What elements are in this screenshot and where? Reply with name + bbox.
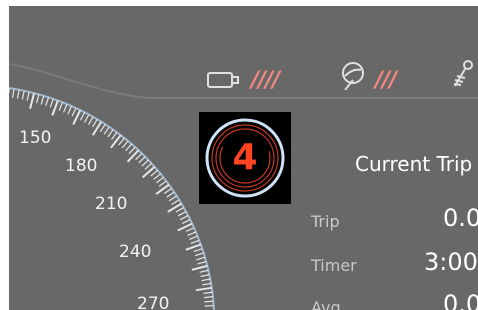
instrument-cluster-screen: //// /// 150 180 210 240 270 4 Current T…	[9, 6, 478, 310]
dial-tick	[201, 278, 211, 282]
speed-label-240: 240	[119, 242, 152, 262]
speed-label-210: 210	[95, 194, 128, 214]
dial-tick	[26, 91, 30, 101]
dial-tick	[126, 149, 140, 163]
dial-tick	[175, 207, 185, 213]
dial-tick	[150, 169, 159, 177]
dial-tick	[179, 215, 189, 221]
dial-tick	[163, 187, 173, 194]
dial-tick	[49, 98, 54, 108]
dial-tick	[144, 162, 152, 170]
dial-tick	[62, 103, 68, 113]
dial-tick	[141, 166, 156, 179]
timer-label: Timer	[311, 256, 357, 275]
dial-tick	[185, 227, 195, 232]
speed-label-180: 180	[65, 156, 98, 176]
dial-tick	[204, 304, 214, 307]
dial-tick	[191, 264, 208, 271]
dial-tick	[185, 243, 202, 251]
dial-tick	[190, 239, 200, 245]
dial-tick	[153, 173, 161, 180]
dial-tick	[58, 102, 64, 111]
timer-value: 3:00	[424, 248, 478, 276]
dial-tick	[197, 260, 207, 265]
dial-tick	[200, 274, 210, 278]
dial-tick	[103, 126, 110, 135]
dial-tick	[194, 252, 204, 257]
separator-curve	[9, 63, 478, 99]
dial-tick	[135, 152, 143, 161]
dial-tick	[125, 143, 133, 152]
wiper-icon	[339, 62, 373, 94]
speed-label-270: 270	[137, 294, 170, 310]
dial-tick	[155, 183, 170, 195]
dial-tick	[111, 131, 118, 140]
gear-indicator: 4	[199, 112, 291, 204]
dial-tick	[110, 134, 122, 149]
dial-tick	[128, 146, 136, 155]
dial-tick	[196, 256, 206, 261]
dial-tick	[171, 199, 180, 206]
trip-label: Trip	[311, 212, 340, 231]
dial-tick	[21, 90, 25, 100]
dial-tick	[177, 211, 187, 217]
dial-tick	[203, 296, 214, 299]
trip-value: 0.0	[443, 204, 478, 232]
dial-tick	[158, 180, 167, 187]
dial-tick	[202, 282, 212, 286]
dial-tick	[99, 123, 106, 133]
dial-tick	[118, 137, 125, 146]
dial-tick	[156, 176, 164, 184]
dial-tick	[181, 219, 191, 225]
avg-value: 0.0	[443, 290, 478, 310]
dial-tick	[71, 107, 77, 117]
dial-tick	[88, 116, 94, 125]
warning-indicator-1: ////	[251, 68, 280, 93]
dial-tick	[35, 94, 40, 104]
dial-tick	[203, 291, 213, 294]
dial-tick	[51, 100, 59, 116]
dial-tick	[45, 97, 50, 107]
gear-value: 4	[232, 137, 258, 178]
dial-tick	[67, 105, 73, 115]
dial-tick	[138, 156, 146, 164]
dial-tick	[187, 231, 197, 236]
dial-tick	[193, 248, 203, 253]
dial-tick	[199, 269, 209, 273]
dial-tick	[166, 191, 175, 198]
dial-tick	[121, 140, 129, 149]
dial-tick	[107, 129, 114, 138]
dial-tick	[16, 89, 20, 99]
warning-indicator-2: ///	[375, 68, 397, 93]
trip-panel-title: Current Trip	[355, 152, 473, 176]
dial-tick	[92, 118, 98, 128]
dial-tick	[204, 300, 214, 303]
dial-tick	[79, 111, 86, 121]
fuel-pump-icon	[207, 70, 241, 94]
dial-tick	[189, 235, 198, 240]
speed-label-150: 150	[19, 128, 52, 148]
dial-tick	[195, 286, 212, 292]
dial-tick	[29, 92, 36, 109]
dial-tick	[141, 159, 149, 167]
dial-tick	[84, 114, 90, 123]
spring-icon	[451, 60, 475, 96]
dial-tick	[12, 88, 15, 98]
dial-tick	[168, 195, 178, 202]
avg-label: Avg	[311, 298, 341, 310]
dial-tick	[40, 95, 45, 105]
